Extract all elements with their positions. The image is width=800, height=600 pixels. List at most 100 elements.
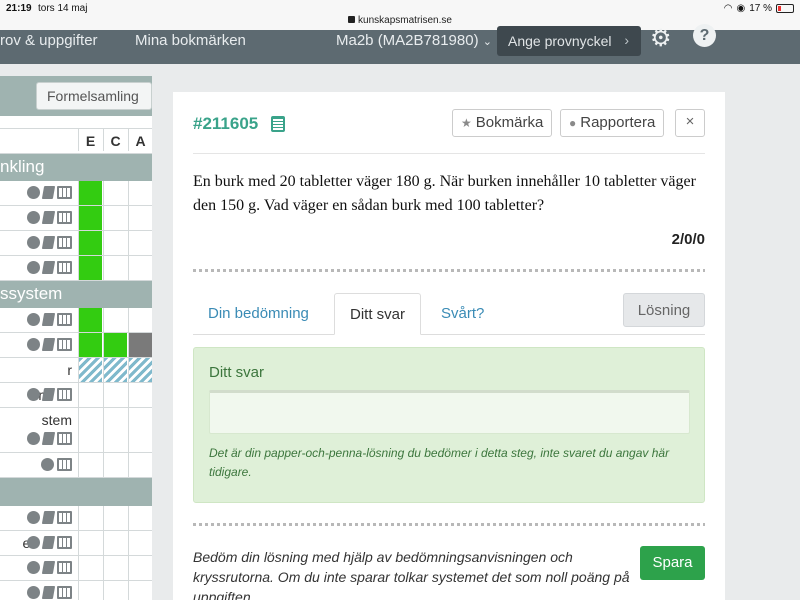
globe-icon[interactable] [27,261,40,274]
grade-cell[interactable] [103,181,127,205]
book-icon[interactable] [41,561,56,574]
grade-cell[interactable] [78,256,102,280]
grade-cell[interactable] [128,581,152,600]
grade-cell[interactable] [78,581,102,600]
table-row[interactable] [0,256,152,281]
grade-cell[interactable] [103,383,127,407]
globe-icon[interactable] [27,561,40,574]
grade-cell[interactable] [128,358,152,382]
grade-cell[interactable] [78,506,102,530]
formula-collection-button[interactable]: Formelsamling [36,82,152,110]
book-icon[interactable] [41,388,56,401]
book-icon[interactable] [41,236,56,249]
grade-cell[interactable] [78,231,102,255]
table-row[interactable]: er [0,531,152,556]
grade-cell[interactable] [103,581,127,600]
grade-cell[interactable] [78,556,102,580]
film-icon[interactable] [57,536,72,549]
book-icon[interactable] [41,536,56,549]
grade-cell[interactable] [128,256,152,280]
grade-cell[interactable] [78,453,102,477]
help-icon[interactable]: ? [693,24,716,47]
film-icon[interactable] [57,561,72,574]
grade-cell[interactable] [103,531,127,555]
film-icon[interactable] [57,186,72,199]
tab-difficult[interactable]: Svårt? [426,293,499,335]
table-row[interactable] [0,581,152,600]
grade-cell[interactable] [128,556,152,580]
book-icon[interactable] [41,186,56,199]
table-row[interactable] [0,181,152,206]
book-icon[interactable] [41,313,56,326]
book-icon[interactable] [41,511,56,524]
film-icon[interactable] [57,261,72,274]
book-icon[interactable] [41,338,56,351]
answer-field[interactable] [209,390,690,434]
grade-cell[interactable] [128,506,152,530]
grade-cell[interactable] [128,408,152,452]
grade-cell[interactable] [103,358,127,382]
bookmark-button[interactable]: ★ Bokmärka [452,109,553,137]
table-row[interactable] [0,231,152,256]
address-bar[interactable]: kunskapsmatrisen.se [0,15,800,26]
save-button[interactable]: Spara [640,546,705,580]
grade-cell[interactable] [103,408,127,452]
gear-icon[interactable]: ⚙ [650,24,672,53]
globe-icon[interactable] [27,211,40,224]
globe-icon[interactable] [27,236,40,249]
table-row[interactable] [0,453,152,478]
grade-cell[interactable] [78,358,102,382]
table-row[interactable] [0,308,152,333]
globe-icon[interactable] [27,186,40,199]
film-icon[interactable] [57,236,72,249]
book-icon[interactable] [41,586,56,599]
report-button[interactable]: ● Rapportera [560,109,665,137]
film-icon[interactable] [57,211,72,224]
nav-tests-link[interactable]: rov & uppgifter [0,32,98,49]
grade-cell[interactable] [128,453,152,477]
solution-button[interactable]: Lösning [623,293,705,327]
grade-cell[interactable] [103,206,127,230]
table-row[interactable]: stem [0,408,152,453]
nav-bookmarks-link[interactable]: Mina bokmärken [135,32,246,49]
tab-your-answer[interactable]: Ditt svar [334,293,422,335]
grade-cell[interactable] [103,308,127,332]
book-icon[interactable] [41,211,56,224]
globe-icon[interactable] [27,536,40,549]
grade-cell[interactable] [78,408,102,452]
grade-cell[interactable] [128,531,152,555]
exam-key-button[interactable]: Ange provnyckel › [497,26,641,56]
table-row[interactable]: r [0,358,152,383]
grade-cell[interactable] [103,333,127,357]
globe-icon[interactable] [27,338,40,351]
grade-cell[interactable] [78,181,102,205]
globe-icon[interactable] [27,388,40,401]
grade-cell[interactable] [128,383,152,407]
grade-cell[interactable] [103,256,127,280]
table-row[interactable] [0,556,152,581]
globe-icon[interactable] [27,511,40,524]
globe-icon[interactable] [27,313,40,326]
grade-cell[interactable] [78,308,102,332]
grade-cell[interactable] [78,333,102,357]
tab-assessment[interactable]: Din bedömning [193,293,324,335]
course-selector[interactable]: Ma2b (MA2B781980) ⌄ [336,32,492,49]
grade-cell[interactable] [78,531,102,555]
grade-cell[interactable] [78,383,102,407]
film-icon[interactable] [57,432,72,445]
grade-cell[interactable] [128,308,152,332]
close-button[interactable]: × [675,109,705,137]
film-icon[interactable] [57,458,72,471]
grade-cell[interactable] [128,206,152,230]
table-row[interactable] [0,506,152,531]
grade-cell[interactable] [128,333,152,357]
grade-cell[interactable] [103,453,127,477]
table-row[interactable] [0,333,152,358]
grade-cell[interactable] [128,181,152,205]
globe-icon[interactable] [41,458,54,471]
grade-cell[interactable] [103,556,127,580]
book-icon[interactable] [41,261,56,274]
film-icon[interactable] [57,338,72,351]
film-icon[interactable] [57,511,72,524]
grade-cell[interactable] [103,231,127,255]
